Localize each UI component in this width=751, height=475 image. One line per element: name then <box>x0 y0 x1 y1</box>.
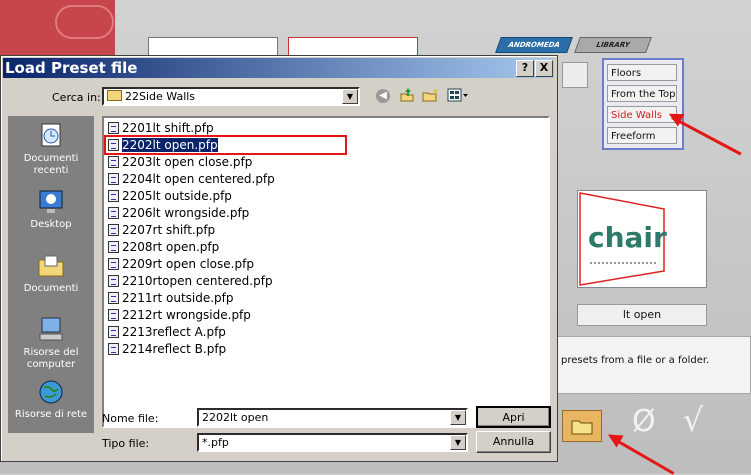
file-item[interactable]: 2207rt shift.pfp <box>108 222 215 238</box>
place-label: Documenti <box>23 283 79 294</box>
file-icon <box>108 190 119 202</box>
filetype-label: Tipo file: <box>102 437 150 450</box>
preset-thumbnail[interactable] <box>148 37 278 57</box>
file-icon <box>108 122 119 134</box>
filetype-value: *.pfp <box>202 436 229 449</box>
decorative-banner <box>0 0 115 55</box>
open-button[interactable]: Apri <box>476 406 551 428</box>
back-icon[interactable]: ◀ <box>376 89 390 103</box>
chevron-down-icon[interactable]: ▼ <box>450 435 466 450</box>
file-list[interactable]: 2201lt shift.pfp 2202lt open.pfp 2203lt … <box>102 116 550 428</box>
file-icon <box>108 258 119 270</box>
chevron-down-icon[interactable]: ▼ <box>342 89 358 104</box>
look-in-value: 22Side Walls <box>125 90 196 103</box>
dialog-titlebar[interactable]: Load Preset file ? X <box>3 58 554 78</box>
preset-name-label: lt open <box>577 304 707 326</box>
look-in-label: Cerca in: <box>52 91 101 104</box>
file-icon <box>108 156 119 168</box>
place-label: Risorse del computer <box>23 347 79 370</box>
place-label: Desktop <box>30 219 72 230</box>
file-icon <box>108 309 119 321</box>
cancel-button[interactable]: Annulla <box>476 431 551 453</box>
filename-label: Nome file: <box>102 412 159 425</box>
preset-preview: chair <box>577 190 707 288</box>
filetype-dropdown[interactable]: *.pfp ▼ <box>197 433 468 452</box>
file-item[interactable]: 2212rt wrongside.pfp <box>108 307 251 323</box>
file-item[interactable]: 2205lt outside.pfp <box>108 188 232 204</box>
chevron-down-icon[interactable]: ▼ <box>450 410 466 425</box>
file-icon <box>108 173 119 185</box>
file-item[interactable]: 2206lt wrongside.pfp <box>108 205 249 221</box>
menu-item-from-the-top[interactable]: From the Top <box>607 85 677 102</box>
place-label: Risorse di rete <box>14 409 88 420</box>
category-menu: Floors From the Top Side Walls Freeform <box>602 58 684 150</box>
computer-icon <box>39 317 63 341</box>
place-documents[interactable]: Documenti <box>8 252 94 295</box>
look-in-dropdown[interactable]: 22Side Walls ▼ <box>102 87 360 106</box>
file-icon <box>108 343 119 355</box>
load-folder-button[interactable] <box>562 410 602 442</box>
file-item[interactable]: 2201lt shift.pfp <box>108 120 214 136</box>
load-preset-dialog: Load Preset file ? X Cerca in: 22Side Wa… <box>0 55 558 462</box>
tab-library[interactable]: LIBRARY <box>574 37 652 53</box>
preview-graphic: chair <box>579 192 667 286</box>
file-icon <box>108 207 119 219</box>
menu-item-floors[interactable]: Floors <box>607 64 677 81</box>
documents-folder-icon <box>38 255 64 277</box>
desktop-icon <box>39 190 63 213</box>
place-my-computer[interactable]: Risorse del computer <box>8 316 94 371</box>
place-desktop[interactable]: Desktop <box>8 188 94 231</box>
file-item[interactable]: 2213reflect A.pfp <box>108 324 226 340</box>
folder-icon <box>571 420 593 435</box>
null-icon[interactable]: Ø <box>632 404 656 439</box>
color-swatch[interactable] <box>562 62 588 88</box>
check-icon[interactable]: √ <box>683 401 703 439</box>
file-icon <box>108 241 119 253</box>
new-folder-icon[interactable] <box>422 87 440 103</box>
menu-item-freeform[interactable]: Freeform <box>607 127 677 144</box>
info-text: presets from a file or a folder. <box>552 336 751 394</box>
up-folder-icon[interactable] <box>399 87 415 103</box>
file-icon <box>108 275 119 287</box>
place-network[interactable]: Risorse di rete <box>8 378 94 421</box>
preset-thumbnail[interactable] <box>288 37 418 57</box>
help-button[interactable]: ? <box>516 60 534 77</box>
preview-text: chair <box>588 221 667 254</box>
tab-andromeda[interactable]: ANDROMEDA <box>495 37 573 53</box>
close-button[interactable]: X <box>535 60 553 77</box>
filename-value: 2202lt open <box>202 411 269 424</box>
network-globe-icon <box>39 380 63 404</box>
dialog-title: Load Preset file <box>5 59 138 77</box>
file-item[interactable]: 2211rt outside.pfp <box>108 290 234 306</box>
file-icon <box>108 326 119 338</box>
view-menu-icon[interactable] <box>447 88 469 102</box>
file-item[interactable]: 2210rtopen centered.pfp <box>108 273 273 289</box>
place-label: Documenti recenti <box>23 153 79 176</box>
file-item[interactable]: 2203lt open close.pfp <box>108 154 252 170</box>
recent-documents-icon <box>41 123 61 147</box>
filename-input[interactable]: 2202lt open ▼ <box>197 408 468 427</box>
selection-highlight-box <box>104 135 347 155</box>
file-item[interactable]: 2209rt open close.pfp <box>108 256 254 272</box>
file-item[interactable]: 2214reflect B.pfp <box>108 341 226 357</box>
folder-icon <box>107 90 122 101</box>
file-item[interactable]: 2204lt open centered.pfp <box>108 171 275 187</box>
place-recent-documents[interactable]: Documenti recenti <box>8 122 94 177</box>
file-icon <box>108 292 119 304</box>
file-icon <box>108 224 119 236</box>
places-bar: Documenti recenti Desktop Documenti Riso… <box>8 116 94 433</box>
file-item[interactable]: 2208rt open.pfp <box>108 239 219 255</box>
